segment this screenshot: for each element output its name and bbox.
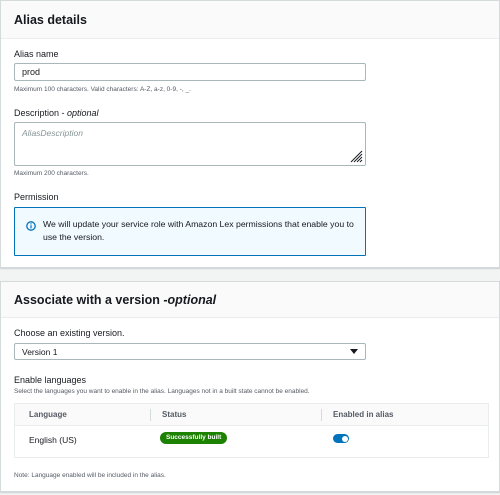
version-select[interactable]: Version 1 (14, 343, 366, 360)
language-cell: English (US) (29, 435, 77, 445)
status-badge: Successfully built (160, 432, 228, 444)
caret-down-icon (350, 349, 358, 354)
associate-version-optional: optional (167, 292, 217, 307)
column-header-enabled: Enabled in alias (333, 410, 394, 419)
version-select-label: Choose an existing version. (14, 328, 125, 338)
alias-details-panel: Alias details Alias name prod Maximum 10… (0, 0, 500, 268)
column-divider (321, 409, 322, 421)
description-textarea[interactable]: AliasDescription (14, 122, 366, 166)
description-hint: Maximum 200 characters. (14, 170, 89, 177)
enable-languages-description: Select the languages you want to enable … (14, 388, 310, 395)
toggle-knob (341, 435, 348, 442)
associate-version-title: Associate with a version - (14, 292, 168, 307)
column-header-language: Language (29, 410, 67, 419)
associate-version-header: Associate with a version - optional (1, 282, 499, 318)
permission-info-alert: We will update your service role with Am… (14, 207, 366, 256)
column-header-status: Status (162, 410, 187, 419)
permission-info-text: We will update your service role with Am… (43, 219, 354, 242)
column-divider (150, 409, 151, 421)
languages-table: Language Status Enabled in alias English… (14, 403, 489, 458)
enable-languages-label: Enable languages (14, 375, 87, 385)
alias-details-header: Alias details (1, 1, 499, 39)
alias-details-title: Alias details (14, 12, 87, 27)
languages-note: Note: Language enabled will be included … (14, 472, 166, 479)
permission-label: Permission (14, 192, 59, 202)
associate-version-panel: Associate with a version - optional Choo… (0, 281, 500, 492)
alias-name-input[interactable]: prod (14, 63, 366, 81)
description-placeholder: AliasDescription (22, 128, 83, 138)
alias-name-label: Alias name (14, 49, 59, 59)
description-optional-text: optional (67, 108, 99, 118)
enabled-in-alias-toggle[interactable] (333, 434, 349, 443)
version-select-value: Version 1 (22, 347, 58, 357)
resize-grip-icon[interactable] (349, 149, 363, 163)
description-label: Description - optional (14, 108, 99, 118)
alias-name-hint: Maximum 100 characters. Valid characters… (14, 86, 191, 93)
languages-table-header: Language Status Enabled in alias (15, 404, 488, 426)
description-label-text: Description - (14, 108, 68, 118)
info-icon (26, 221, 36, 231)
alias-name-value: prod (22, 67, 41, 77)
